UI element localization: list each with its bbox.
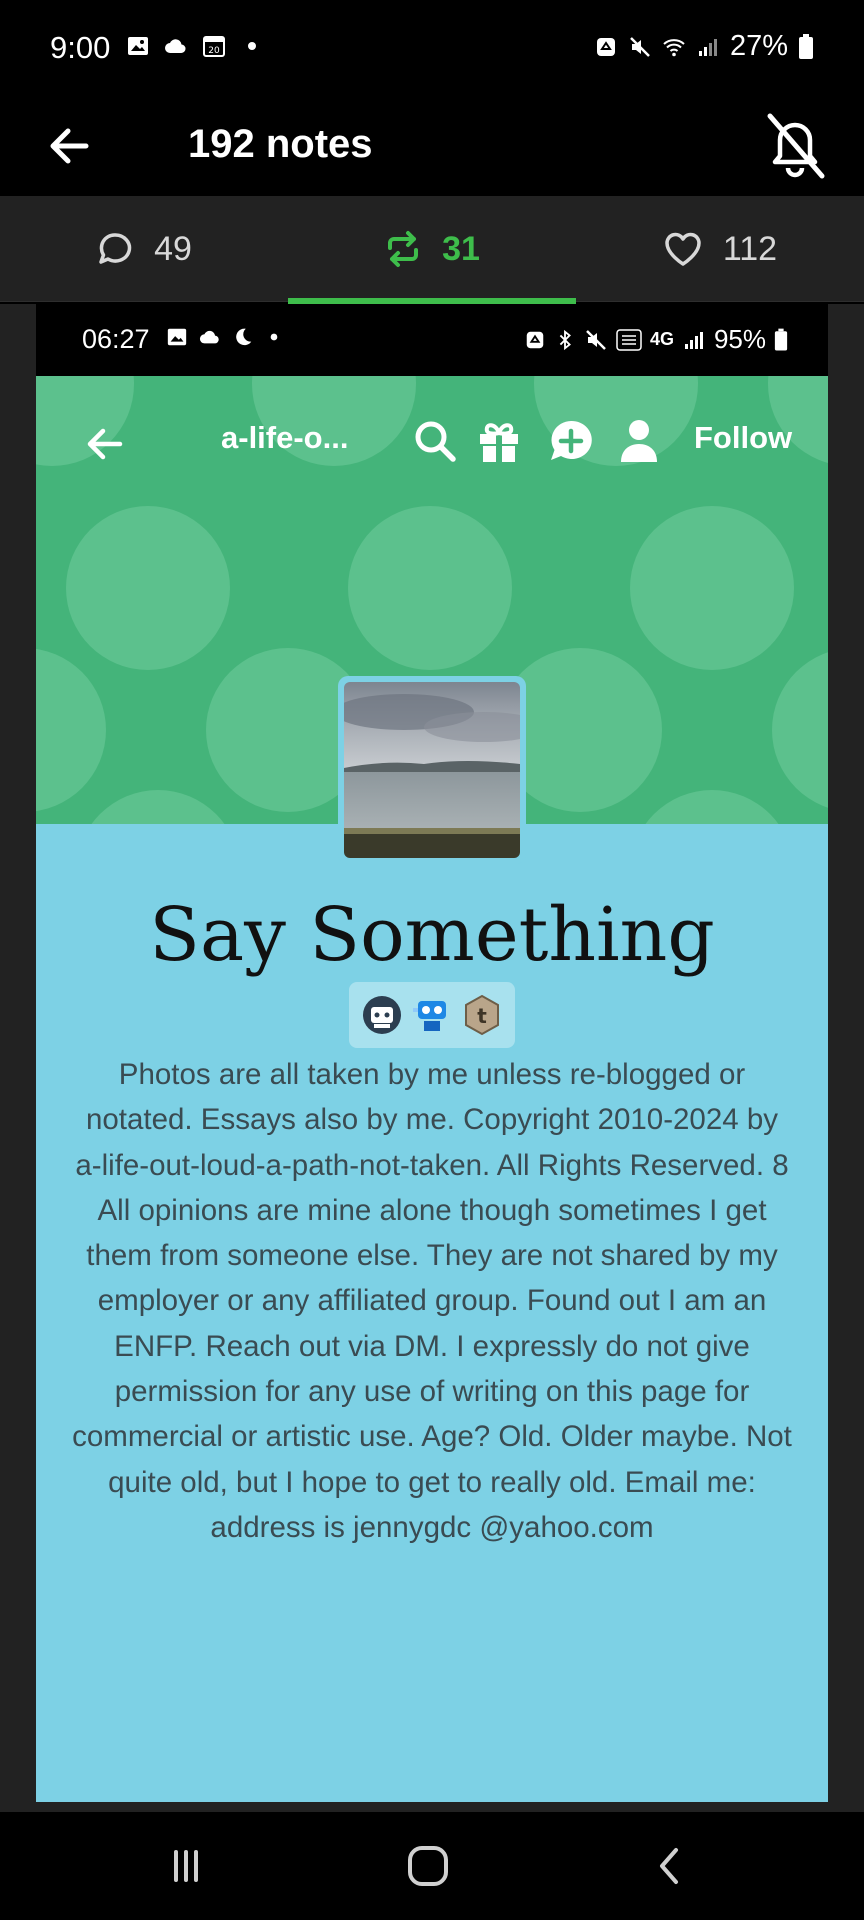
app-header: 192 notes	[0, 96, 864, 196]
badge-row[interactable]: t	[349, 982, 515, 1048]
follow-button[interactable]: Follow	[694, 420, 792, 456]
embedded-status-right: 4G 95%	[524, 324, 788, 355]
banner-dot	[36, 648, 106, 812]
moon-icon	[236, 328, 252, 346]
banner-dot	[76, 790, 240, 824]
embedded-status-time: 06:27	[82, 324, 150, 354]
blog-avatar[interactable]	[338, 676, 526, 864]
svg-text:20: 20	[208, 46, 220, 56]
recycle-icon	[526, 331, 544, 348]
status-bar: 9:00 20 27%	[0, 0, 864, 96]
page-title: 192 notes	[188, 122, 373, 166]
mute-icon	[586, 329, 606, 350]
banner-dot	[348, 506, 512, 670]
battery-icon	[799, 33, 813, 59]
dot-icon	[270, 333, 278, 341]
back-icon[interactable]	[640, 1838, 700, 1894]
battery-icon	[774, 328, 788, 350]
volte-icon	[616, 328, 642, 351]
blog-title: Say Something	[149, 892, 715, 978]
svg-text:t: t	[477, 1004, 487, 1028]
recycle-icon	[596, 37, 615, 56]
back-icon[interactable]	[76, 416, 132, 472]
notes-tabs: 49 31 112	[0, 196, 864, 302]
likes-count: 112	[722, 229, 778, 268]
cloud-icon	[165, 39, 186, 54]
arrow-left-icon[interactable]	[40, 116, 100, 176]
cloud-icon	[199, 330, 219, 344]
battery-percent: 27%	[729, 30, 788, 62]
calendar-icon: 20	[203, 36, 225, 57]
replies-count: 49	[154, 229, 192, 268]
recents-icon[interactable]	[156, 1838, 216, 1894]
tab-reblogs[interactable]: 31	[288, 196, 576, 302]
reblogs-count: 31	[442, 229, 480, 268]
mute-icon	[630, 36, 650, 57]
reblogged-screenshot[interactable]: 06:27 4G 95% a-life-o... Follow Say Some…	[36, 304, 828, 1802]
network-type: 4G	[649, 329, 674, 349]
status-time: 9:00	[50, 30, 111, 65]
status-left-icons: 20	[126, 34, 264, 58]
user-icon[interactable]	[616, 416, 662, 466]
embedded-battery-percent: 95%	[713, 324, 766, 354]
avatar-photo	[344, 682, 520, 858]
system-navigation-bar	[0, 1812, 864, 1920]
embedded-status-left-icons	[166, 326, 284, 348]
signal-icon	[698, 38, 717, 56]
wifi-icon	[663, 38, 685, 56]
robot-badge-icon[interactable]	[360, 993, 404, 1037]
banner-dot	[630, 790, 794, 824]
signal-icon	[684, 331, 703, 349]
dot-icon	[248, 42, 256, 50]
tumblr-badge-icon[interactable]: t	[460, 993, 504, 1037]
gift-icon[interactable]	[474, 416, 524, 466]
banner-dot	[630, 506, 794, 670]
banner-dot	[772, 648, 828, 812]
comment-icon	[99, 233, 132, 264]
reblog-icon	[388, 231, 419, 267]
tab-replies[interactable]: 49	[0, 196, 288, 302]
tape-badge-icon[interactable]	[410, 993, 454, 1037]
status-right: 27%	[594, 30, 814, 63]
blog-name[interactable]: a-life-o...	[221, 420, 348, 456]
embedded-status-bar: 06:27 4G 95%	[36, 304, 828, 376]
coastal-photo	[344, 682, 520, 858]
gallery-icon	[167, 328, 187, 346]
gallery-icon	[128, 37, 148, 55]
bluetooth-icon	[559, 329, 571, 350]
blog-description: Photos are all taken by me unless re-blo…	[72, 1058, 792, 1544]
message-plus-icon[interactable]	[546, 416, 596, 466]
tab-likes[interactable]: 112	[576, 196, 864, 302]
notifications-off-icon[interactable]	[760, 104, 830, 184]
banner-dot	[66, 506, 230, 670]
heart-icon	[665, 232, 701, 266]
search-icon[interactable]	[410, 416, 460, 466]
home-icon[interactable]	[398, 1838, 458, 1894]
